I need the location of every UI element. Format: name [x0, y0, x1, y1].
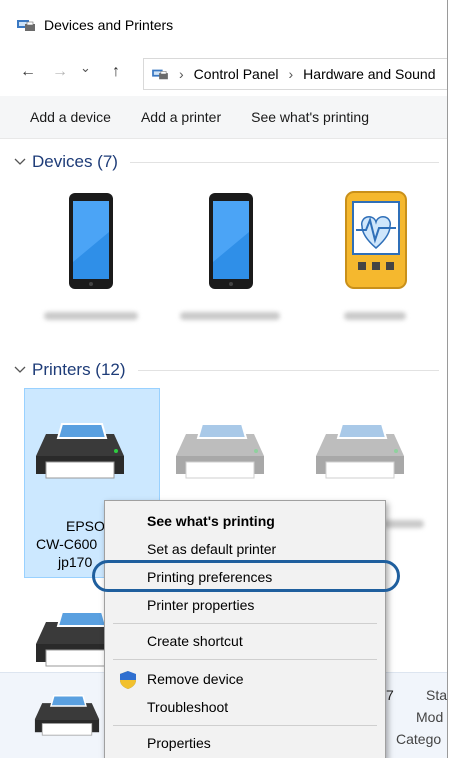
- details-model-label: Mod: [416, 709, 444, 725]
- window-title: Devices and Printers: [44, 17, 174, 33]
- control-panel-icon: [152, 69, 168, 80]
- printers-group-title: Printers (12): [32, 360, 126, 379]
- menu-item-see-whats-printing[interactable]: See what's printing: [105, 507, 385, 535]
- menu-item-create-shortcut[interactable]: Create shortcut: [105, 627, 385, 655]
- breadcrumb-separator: ›: [179, 66, 184, 82]
- details-status-label: Sta: [426, 687, 448, 703]
- menu-item-remove-device[interactable]: Remove device: [105, 665, 385, 693]
- title-bar: Devices and Printers: [0, 0, 447, 50]
- breadcrumb-hardware-and-sound[interactable]: Hardware and Sound: [303, 66, 435, 82]
- menu-separator: [113, 725, 377, 726]
- device-label-redacted: [180, 312, 280, 320]
- menu-item-set-default-printer[interactable]: Set as default printer: [105, 535, 385, 563]
- printer-icon[interactable]: [32, 416, 128, 482]
- devices-group-header[interactable]: Devices (7): [0, 148, 447, 176]
- menu-separator: [113, 659, 377, 660]
- up-arrow-icon[interactable]: ↑: [112, 63, 120, 81]
- back-arrow-icon[interactable]: ←: [20, 63, 36, 81]
- breadcrumb[interactable]: › Control Panel › Hardware and Sound: [143, 58, 447, 90]
- uac-shield-icon: [120, 671, 136, 689]
- details-category-label: Catego: [396, 731, 442, 747]
- printer-icon[interactable]: [312, 416, 408, 482]
- phone-icon[interactable]: [208, 192, 254, 290]
- devices-and-printers-window: Devices and Printers ← → ⌄ ↑ › Control P…: [0, 0, 448, 758]
- group-divider: [129, 161, 439, 163]
- group-divider: [137, 369, 439, 371]
- details-count: 7: [386, 687, 394, 703]
- device-label-redacted: [44, 312, 138, 320]
- printer-icon: [34, 695, 100, 736]
- address-bar: ← → ⌄ ↑ › Control Panel › Hardware and S…: [0, 50, 447, 96]
- forward-arrow-icon[interactable]: →: [52, 63, 68, 81]
- devices-group-title: Devices (7): [32, 152, 118, 171]
- printer-icon[interactable]: [172, 416, 268, 482]
- phone-icon[interactable]: [68, 192, 114, 290]
- printers-group-header[interactable]: Printers (12): [0, 356, 447, 384]
- context-menu: See what's printing Set as default print…: [104, 500, 386, 758]
- device-label-redacted: [344, 312, 406, 320]
- breadcrumb-separator: ›: [288, 66, 294, 82]
- breadcrumb-control-panel[interactable]: Control Panel: [194, 66, 279, 82]
- printer-label-redacted: [384, 520, 424, 528]
- add-device-button[interactable]: Add a device: [30, 109, 111, 125]
- chevron-down-icon: [14, 366, 26, 373]
- recent-locations-chevron-icon[interactable]: ⌄: [80, 60, 91, 76]
- menu-item-properties[interactable]: Properties: [105, 729, 385, 757]
- menu-item-troubleshoot[interactable]: Troubleshoot: [105, 693, 385, 721]
- highlight-ring-printing-preferences: [92, 560, 400, 592]
- add-printer-button[interactable]: Add a printer: [141, 109, 221, 125]
- heart-rate-monitor-icon[interactable]: [344, 190, 408, 290]
- command-bar: Add a device Add a printer See what's pr…: [0, 96, 447, 139]
- see-whats-printing-button[interactable]: See what's printing: [251, 109, 369, 125]
- devices-printers-icon: [17, 20, 35, 31]
- menu-separator: [113, 623, 377, 624]
- chevron-down-icon: [14, 158, 26, 165]
- menu-item-printer-properties[interactable]: Printer properties: [105, 591, 385, 619]
